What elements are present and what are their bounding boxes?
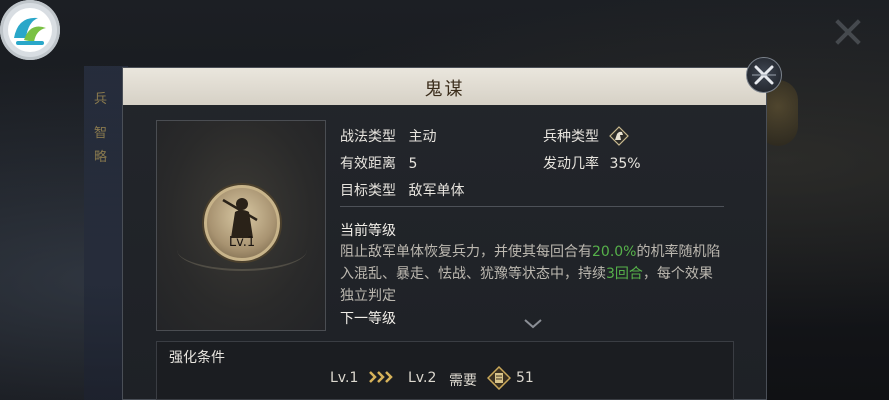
enhance-title: 强化条件 (169, 350, 225, 366)
tactic-type-value: 主动 (408, 129, 437, 145)
close-button[interactable] (746, 57, 782, 93)
unit-type-label: 兵种类型 (543, 129, 599, 145)
background-left-text: 兵 (94, 92, 108, 107)
target-type-label: 目标类型 (340, 183, 396, 199)
desc-text: 阻止敌军单体恢复兵力，并使其每回合有 (340, 244, 592, 260)
current-level-title: 当前等级 (340, 223, 396, 239)
floating-app-button[interactable] (0, 0, 60, 60)
tactic-type-label: 战法类型 (340, 129, 396, 145)
enhance-cost-value: 51 (516, 370, 534, 386)
dialog-title-bar: 鬼谋 (123, 68, 766, 105)
range-row: 有效距离 5 (340, 153, 417, 173)
section-divider (340, 206, 724, 207)
desc-highlight-rate: 20.0% (592, 244, 637, 260)
desc-highlight-duration: 3回合 (606, 266, 643, 282)
trigger-rate-label: 发动几率 (543, 156, 599, 172)
background-left-text: 略 (94, 150, 108, 165)
level-up-arrows-icon (369, 371, 393, 383)
skill-emblem[interactable]: Lv.1 (204, 185, 280, 261)
dialog-title: 鬼谋 (424, 79, 465, 100)
skill-icon-panel: Lv.1 (156, 120, 326, 331)
target-type-row: 目标类型 敌军单体 (340, 180, 464, 200)
app-logo-icon (8, 8, 52, 52)
scroll-down-icon[interactable] (524, 319, 542, 329)
enhance-need-label: 需要 (449, 373, 477, 389)
range-label: 有效距离 (340, 156, 396, 172)
trigger-rate-value: 35% (609, 156, 641, 172)
background-close-icon (830, 14, 866, 50)
horse-icon (609, 126, 630, 146)
tactic-type-row: 战法类型 主动 (340, 126, 436, 146)
close-icon (752, 65, 776, 85)
target-type-value: 敌军单体 (408, 183, 465, 199)
next-level-title: 下一等级 (340, 311, 396, 327)
range-value: 5 (408, 156, 418, 172)
tactic-point-token-icon (487, 366, 511, 390)
background-left-text: 智 (94, 126, 108, 141)
skill-level-label: Lv.1 (228, 235, 256, 250)
enhance-panel (156, 341, 734, 400)
strategist-silhouette-icon (222, 198, 258, 238)
current-level-description: 阻止敌军单体恢复兵力，并使其每回合有20.0%的机率随机陷入混乱、暴走、怯战、犹… (340, 241, 726, 307)
enhance-from-level: Lv.1 (330, 370, 359, 386)
enhance-to-level: Lv.2 (408, 370, 437, 386)
trigger-rate-row: 发动几率 35% (543, 153, 641, 173)
unit-type-row: 兵种类型 (543, 126, 630, 146)
